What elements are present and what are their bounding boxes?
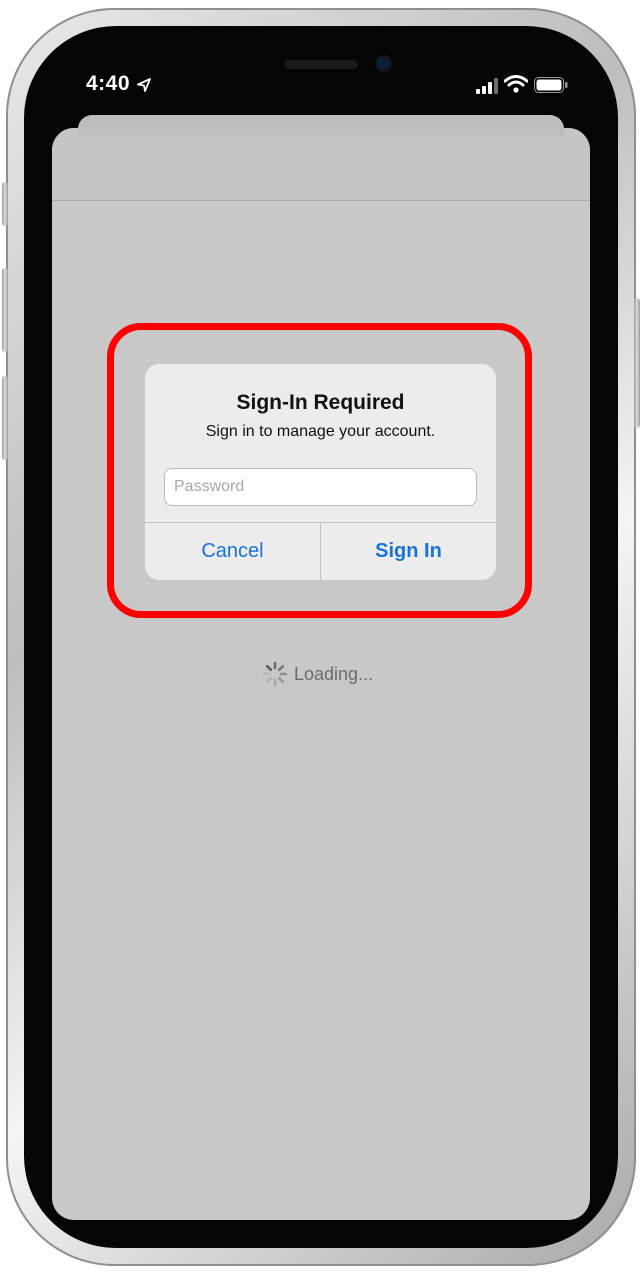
volume-down-button [2, 376, 8, 460]
stacked-sheet-edge [78, 115, 564, 135]
cellular-signal-icon [476, 78, 498, 94]
location-arrow-icon [137, 78, 151, 92]
cancel-button[interactable]: Cancel [145, 523, 320, 580]
loading-indicator: Loading... [262, 661, 373, 687]
loading-text: Loading... [294, 663, 374, 684]
battery-icon [534, 77, 568, 93]
mute-switch [2, 182, 8, 226]
password-input[interactable] [164, 468, 477, 506]
alert-title: Sign-In Required [236, 391, 405, 414]
sign-in-alert: Sign-In Required Sign in to manage your … [145, 364, 496, 580]
front-camera [377, 57, 390, 70]
spinner-icon [262, 661, 288, 687]
earpiece-speaker [284, 60, 358, 69]
sign-in-button[interactable]: Sign In [321, 523, 496, 580]
volume-up-button [2, 268, 8, 352]
alert-message: Sign in to manage your account. [205, 423, 436, 440]
modal-header [52, 128, 590, 201]
side-power-button [634, 298, 640, 428]
status-time: 4:40 [86, 72, 131, 95]
wifi-icon [504, 75, 528, 93]
